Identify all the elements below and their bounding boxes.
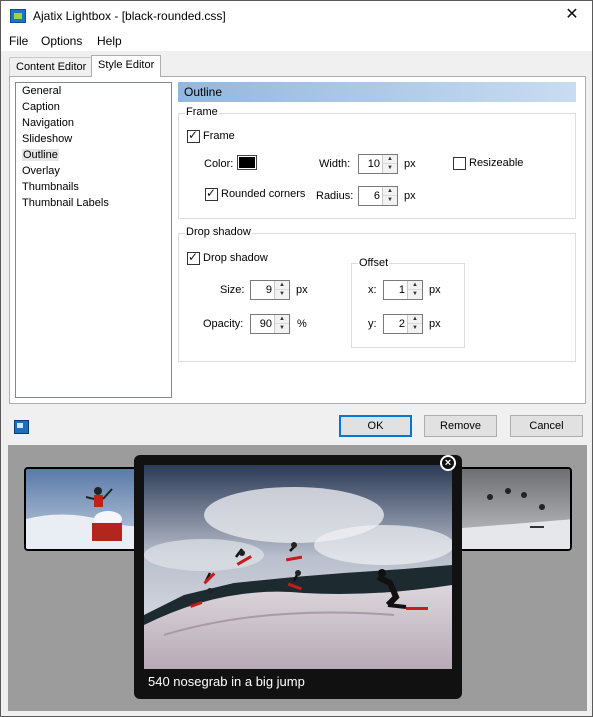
shadow-size-value[interactable]: 9 [251, 281, 275, 299]
spin-up-icon[interactable]: ▲ [383, 187, 397, 196]
menu-bar: File Options Help [1, 31, 592, 51]
offset-y-value[interactable]: 2 [384, 315, 408, 333]
spin-up-icon[interactable]: ▲ [275, 315, 289, 324]
window-title: Ajatix Lightbox - [black-rounded.css] [33, 9, 226, 23]
rounded-corners-label: Rounded corners [221, 188, 306, 200]
width-spin-buttons[interactable]: ▲ ▼ [382, 155, 397, 173]
snowboard-jump-photo [144, 465, 452, 669]
preview-window-icon[interactable] [14, 420, 29, 434]
menu-options[interactable]: Options [41, 34, 82, 48]
spin-down-icon[interactable]: ▼ [275, 290, 289, 299]
list-item-thumbnail-labels[interactable]: Thumbnail Labels [22, 197, 109, 209]
category-list[interactable]: General Caption Navigation Slideshow Out… [15, 82, 172, 398]
remove-button[interactable]: Remove [424, 415, 497, 437]
list-item-caption[interactable]: Caption [22, 101, 60, 113]
thumbnail-left-image [26, 469, 142, 549]
width-stepper[interactable]: 10 ▲ ▼ [358, 154, 398, 174]
spin-up-icon[interactable]: ▲ [275, 281, 289, 290]
shadow-size-label: Size: [220, 284, 245, 296]
radius-unit: px [404, 190, 416, 202]
offset-y-spin-buttons[interactable]: ▲ ▼ [407, 315, 422, 333]
drop-shadow-group-label: Drop shadow [185, 226, 252, 238]
opacity-value[interactable]: 90 [251, 315, 275, 333]
section-title: Outline [178, 82, 576, 102]
offset-group-label: Offset [358, 257, 390, 269]
offset-y-unit: px [429, 318, 441, 330]
frame-color-swatch[interactable] [237, 155, 257, 170]
frame-checkbox[interactable] [187, 128, 200, 143]
shadow-size-spin-buttons[interactable]: ▲ ▼ [274, 281, 289, 299]
app-logo-icon [10, 9, 26, 23]
menu-file[interactable]: File [9, 34, 28, 48]
offset-x-label: x: [368, 284, 377, 296]
ok-button[interactable]: OK [339, 415, 412, 437]
window-close-button[interactable]: ✕ [562, 5, 582, 25]
opacity-spin-buttons[interactable]: ▲ ▼ [274, 315, 289, 333]
offset-x-value[interactable]: 1 [384, 281, 408, 299]
shadow-size-unit: px [296, 284, 308, 296]
width-value[interactable]: 10 [359, 155, 383, 173]
opacity-label: Opacity: [203, 318, 244, 330]
offset-x-unit: px [429, 284, 441, 296]
spin-down-icon[interactable]: ▼ [275, 324, 289, 333]
radius-value[interactable]: 6 [359, 187, 383, 205]
spin-down-icon[interactable]: ▼ [408, 290, 422, 299]
color-fill [239, 157, 255, 168]
offset-y-stepper[interactable]: 2 ▲ ▼ [383, 314, 423, 334]
thumbnail-left [24, 467, 144, 551]
offset-x-stepper[interactable]: 1 ▲ ▼ [383, 280, 423, 300]
offset-y-label: y: [368, 318, 377, 330]
spin-up-icon[interactable]: ▲ [383, 155, 397, 164]
list-item-slideshow[interactable]: Slideshow [22, 133, 72, 145]
thumbnail-right-image [450, 469, 570, 549]
list-item-outline[interactable]: Outline [22, 149, 59, 161]
resizeable-label: Resizeable [469, 157, 524, 169]
cancel-button[interactable]: Cancel [510, 415, 583, 437]
width-unit: px [404, 158, 416, 170]
lightbox-caption: 540 nosegrab in a big jump [148, 674, 305, 689]
lightbox-photo [144, 465, 452, 669]
list-item-navigation[interactable]: Navigation [22, 117, 74, 129]
rounded-corners-checkbox[interactable] [205, 186, 218, 201]
opacity-stepper[interactable]: 90 ▲ ▼ [250, 314, 290, 334]
frame-group-label: Frame [185, 106, 219, 118]
lightbox-close-icon[interactable]: × [440, 455, 456, 471]
app-window: Ajatix Lightbox - [black-rounded.css] ✕ … [0, 0, 593, 717]
radius-stepper[interactable]: 6 ▲ ▼ [358, 186, 398, 206]
drop-shadow-checkbox[interactable] [187, 250, 200, 265]
list-item-general[interactable]: General [22, 85, 61, 97]
spin-down-icon[interactable]: ▼ [383, 196, 397, 205]
width-label: Width: [319, 158, 351, 170]
radius-spin-buttons[interactable]: ▲ ▼ [382, 187, 397, 205]
list-item-thumbnails[interactable]: Thumbnails [22, 181, 79, 193]
list-item-overlay[interactable]: Overlay [22, 165, 60, 177]
frame-checkbox-label: Frame [203, 130, 235, 142]
title-bar: Ajatix Lightbox - [black-rounded.css] ✕ [1, 1, 592, 31]
radius-label: Radius: [316, 190, 354, 202]
thumbnail-right [448, 467, 572, 551]
spin-up-icon[interactable]: ▲ [408, 281, 422, 290]
offset-group [351, 263, 465, 348]
drop-shadow-checkbox-label: Drop shadow [203, 252, 268, 264]
lightbox-preview: 540 nosegrab in a big jump × [8, 445, 587, 711]
menu-help[interactable]: Help [97, 34, 122, 48]
tab-style-editor[interactable]: Style Editor [91, 55, 162, 77]
opacity-unit: % [297, 318, 307, 330]
spin-up-icon[interactable]: ▲ [408, 315, 422, 324]
resizeable-checkbox[interactable] [453, 157, 466, 170]
tab-content-editor[interactable]: Content Editor [9, 57, 94, 77]
shadow-size-stepper[interactable]: 9 ▲ ▼ [250, 280, 290, 300]
offset-x-spin-buttons[interactable]: ▲ ▼ [407, 281, 422, 299]
spin-down-icon[interactable]: ▼ [408, 324, 422, 333]
spin-down-icon[interactable]: ▼ [383, 164, 397, 173]
color-label: Color: [204, 158, 234, 170]
lightbox-frame: 540 nosegrab in a big jump × [134, 455, 462, 699]
